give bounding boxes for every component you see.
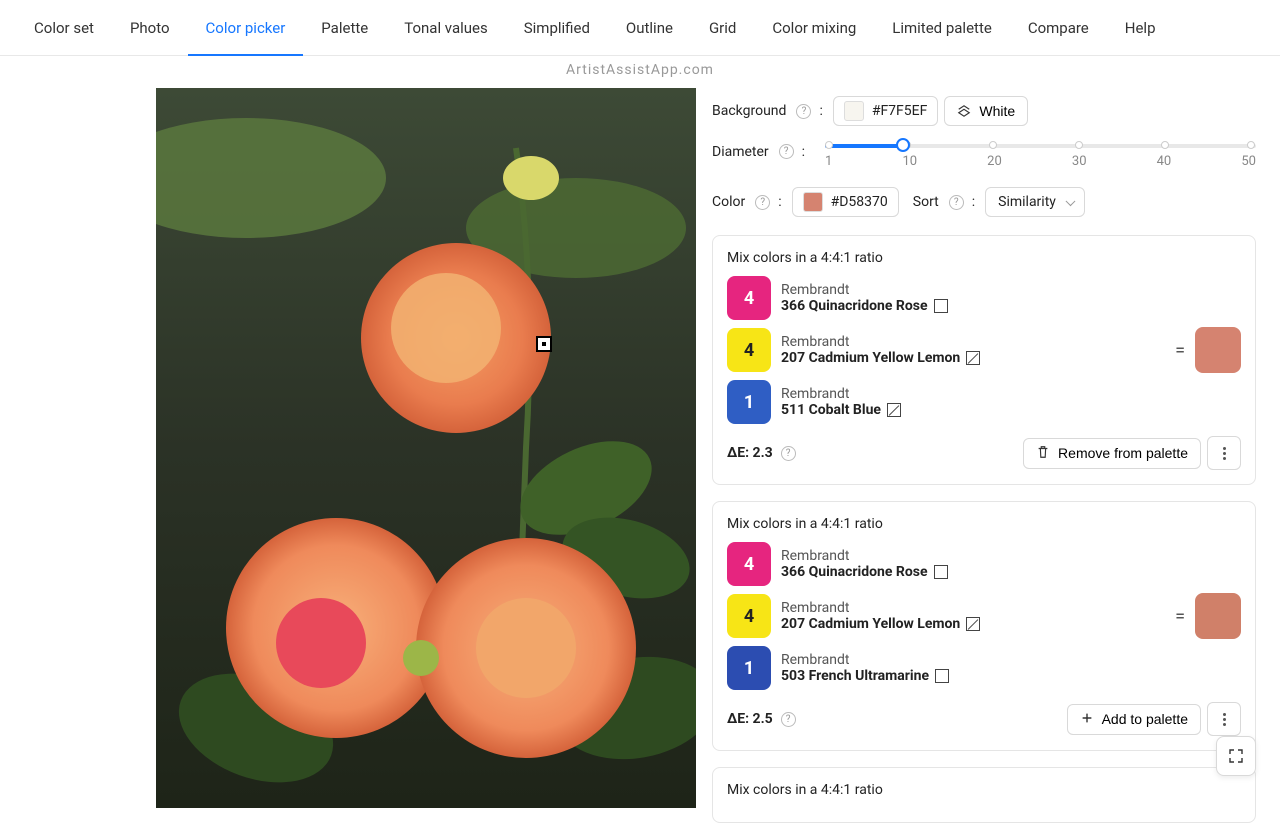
delta-e-value: ΔE: 2.3 <box>727 445 773 461</box>
set-white-icon <box>957 104 971 118</box>
mix-ratio-text: Mix colors in a 4:4:1 ratio <box>727 782 1241 798</box>
background-label: Background <box>712 103 786 119</box>
kebab-icon <box>1223 447 1226 460</box>
slider-handle[interactable] <box>896 138 910 152</box>
ratio-badge: 4 <box>727 276 771 320</box>
square-icon <box>935 669 949 683</box>
square-icon <box>934 565 948 579</box>
ratio-badge: 4 <box>727 542 771 586</box>
nav-tab-color-picker[interactable]: Color picker <box>188 0 304 56</box>
help-icon[interactable]: ? <box>779 144 794 159</box>
equals-sign: = <box>1175 606 1185 627</box>
watermark: ArtistAssistApp.com <box>0 62 1280 78</box>
mix-component-row: 4Rembrandt366 Quinacridone Rose <box>727 276 1165 320</box>
image-panel <box>0 78 700 839</box>
nav-tab-help[interactable]: Help <box>1107 0 1174 56</box>
diameter-label: Diameter <box>712 144 769 160</box>
result-swatch <box>1195 327 1241 373</box>
ratio-badge: 4 <box>727 328 771 372</box>
nav-tab-color-mixing[interactable]: Color mixing <box>754 0 874 56</box>
mix-component-row: 1Rembrandt503 French Ultramarine <box>727 646 1165 690</box>
equals-sign: = <box>1175 340 1185 361</box>
color-picker-crosshair[interactable] <box>536 336 552 352</box>
white-button[interactable]: White <box>944 96 1028 126</box>
nav-tab-outline[interactable]: Outline <box>608 0 691 56</box>
nav-tab-simplified[interactable]: Simplified <box>506 0 608 56</box>
more-options-button[interactable] <box>1207 436 1241 470</box>
mix-component-row: 4Rembrandt366 Quinacridone Rose <box>727 542 1165 586</box>
background-hex: #F7F5EF <box>872 103 928 119</box>
nav-tab-compare[interactable]: Compare <box>1010 0 1107 56</box>
nav-tab-tonal-values[interactable]: Tonal values <box>386 0 506 56</box>
help-icon[interactable]: ? <box>781 446 796 461</box>
ratio-badge: 4 <box>727 594 771 638</box>
plus-icon <box>1080 711 1094 728</box>
help-icon[interactable]: ? <box>755 195 770 210</box>
transparency-icon <box>966 351 980 365</box>
square-icon <box>934 299 948 313</box>
result-swatch <box>1195 593 1241 639</box>
sort-label: Sort <box>913 194 939 210</box>
background-color-chip[interactable]: #F7F5EF <box>833 96 939 126</box>
picked-color-hex: #D58370 <box>831 194 888 210</box>
mix-result-card: Mix colors in a 4:4:1 ratio 4Rembrandt366… <box>712 501 1256 751</box>
photo-canvas[interactable] <box>156 88 696 808</box>
nav-tab-color-set[interactable]: Color set <box>16 0 112 56</box>
color-label: Color <box>712 194 745 210</box>
remove-from-palette-button[interactable]: Remove from palette <box>1023 438 1201 469</box>
add-to-palette-button[interactable]: Add to palette <box>1067 704 1201 735</box>
more-options-button[interactable] <box>1207 702 1241 736</box>
delta-e-value: ΔE: 2.5 <box>727 711 773 727</box>
diameter-slider[interactable]: 11020304050 <box>825 144 1256 169</box>
help-icon[interactable]: ? <box>781 712 796 727</box>
controls-panel: Background ? : #F7F5EF White Diameter ? … <box>700 78 1280 839</box>
sort-select[interactable]: Similarity <box>985 187 1085 217</box>
expand-icon <box>1228 748 1244 764</box>
background-swatch <box>844 101 864 121</box>
help-icon[interactable]: ? <box>796 104 811 119</box>
fullscreen-button[interactable] <box>1216 736 1256 776</box>
trash-icon <box>1036 445 1050 462</box>
nav-tab-palette[interactable]: Palette <box>303 0 386 56</box>
kebab-icon <box>1223 713 1226 726</box>
mix-component-row: 1Rembrandt511 Cobalt Blue <box>727 380 1165 424</box>
help-icon[interactable]: ? <box>949 195 964 210</box>
nav-tab-grid[interactable]: Grid <box>691 0 754 56</box>
mix-result-card: Mix colors in a 4:4:1 ratio <box>712 767 1256 823</box>
mix-component-row: 4Rembrandt207 Cadmium Yellow Lemon <box>727 594 1165 638</box>
mix-component-row: 4Rembrandt207 Cadmium Yellow Lemon <box>727 328 1165 372</box>
mix-ratio-text: Mix colors in a 4:4:1 ratio <box>727 250 1241 266</box>
picked-color-swatch <box>803 192 823 212</box>
ratio-badge: 1 <box>727 646 771 690</box>
nav-tab-photo[interactable]: Photo <box>112 0 188 56</box>
top-nav: Color setPhotoColor pickerPaletteTonal v… <box>0 0 1280 56</box>
transparency-icon <box>887 403 901 417</box>
ratio-badge: 1 <box>727 380 771 424</box>
mix-ratio-text: Mix colors in a 4:4:1 ratio <box>727 516 1241 532</box>
mix-result-card: Mix colors in a 4:4:1 ratio 4Rembrandt366… <box>712 235 1256 485</box>
picked-color-chip[interactable]: #D58370 <box>792 187 899 217</box>
nav-tab-limited-palette[interactable]: Limited palette <box>874 0 1010 56</box>
transparency-icon <box>966 617 980 631</box>
